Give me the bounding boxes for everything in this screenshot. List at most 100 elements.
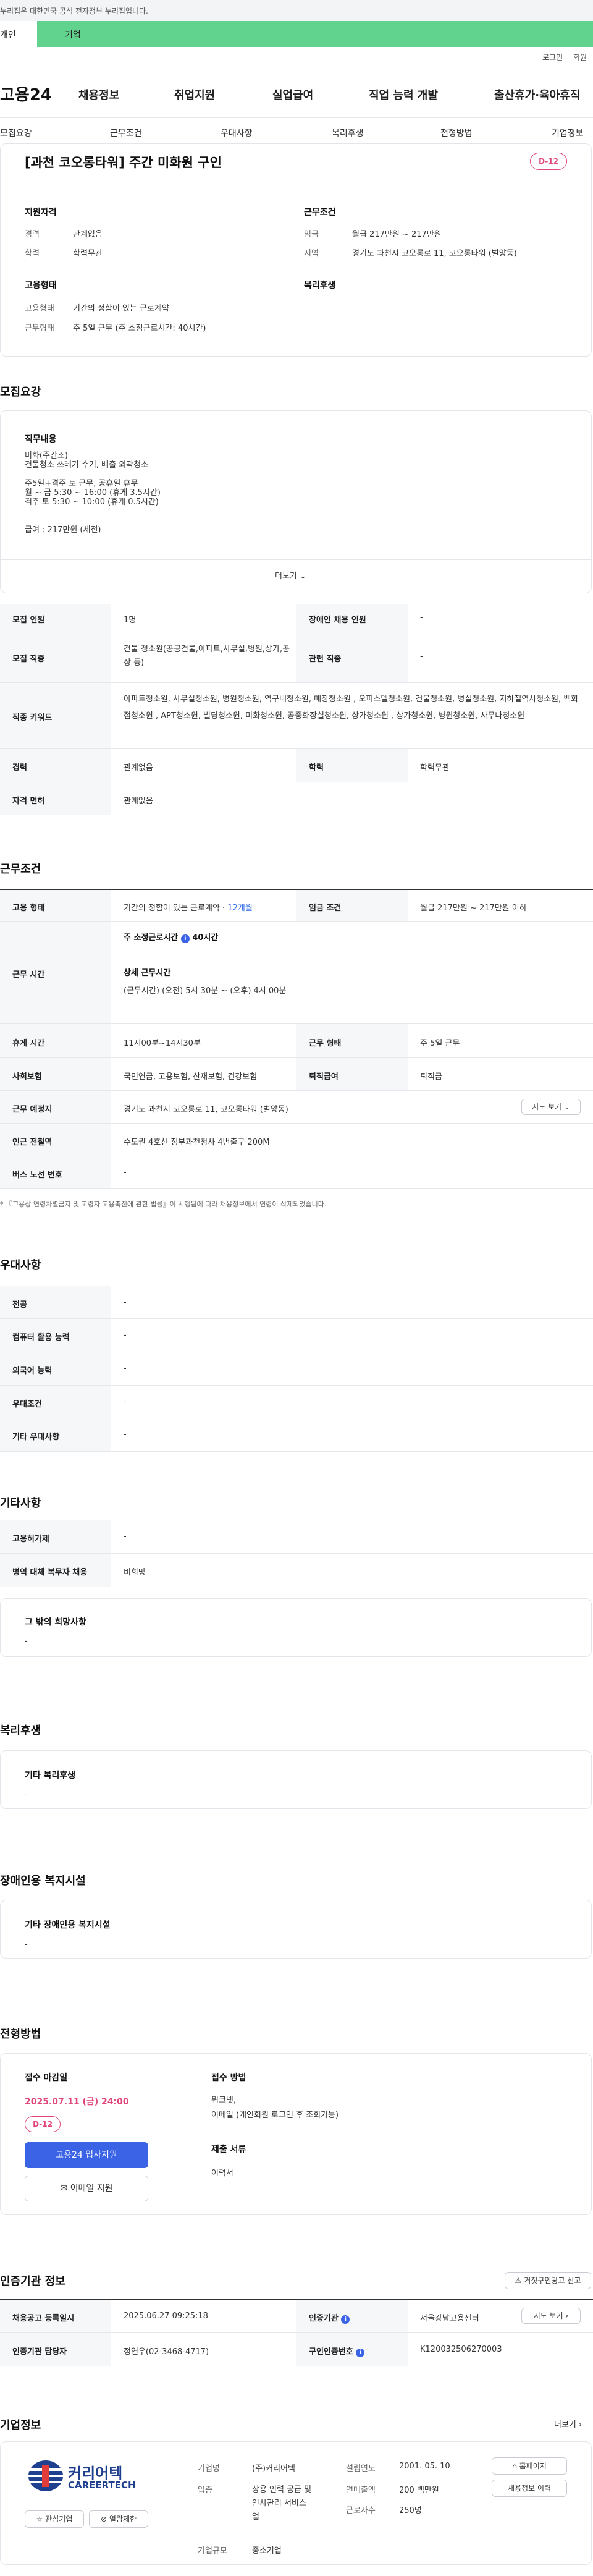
- cert-map-button[interactable]: 지도 보기 ›: [521, 2308, 581, 2324]
- tab-personal[interactable]: 개인: [0, 21, 37, 47]
- company-logo-en: CAREERTECH: [68, 2480, 136, 2491]
- place-td: 경기도 과천시 코오롱로 11, 코오롱타워 (별양동): [124, 1105, 288, 1114]
- process-dday-badge: D-12: [25, 2116, 61, 2132]
- major-td: -: [124, 1298, 127, 1307]
- email-apply-button[interactable]: ✉ 이메일 지원: [25, 2176, 148, 2201]
- cert-org-th: 인증기관 i: [309, 2311, 350, 2324]
- mail-icon: ✉: [60, 2184, 68, 2193]
- job-history-button[interactable]: 채용정보 이력: [492, 2480, 567, 2497]
- gnb-item-training[interactable]: 직업 능력 개발: [369, 87, 438, 103]
- company-more-link[interactable]: 더보기 ›: [554, 2418, 582, 2430]
- wage-th: 임금 조건: [309, 904, 342, 913]
- disabled-heading: 장애인용 복지시설: [0, 1875, 86, 1888]
- disabled-count-td: -: [420, 613, 423, 622]
- insurance-th: 사회보험: [12, 1072, 42, 1082]
- cert-heading: 인증기관 정보: [0, 2275, 65, 2288]
- chevron-down-icon: ⌄: [563, 1103, 570, 1111]
- worktype-td: 주 5일 근무: [420, 1039, 460, 1048]
- report-button[interactable]: ⚠ 거짓구인광고 신고: [505, 2272, 591, 2289]
- headcount-td: 1명: [124, 616, 137, 625]
- info-icon[interactable]: i: [341, 2315, 350, 2324]
- tab-company[interactable]: 기업: [37, 21, 593, 47]
- tab-recruit[interactable]: 모집요강: [0, 127, 32, 139]
- company-sales-value: 200 백만원: [399, 2486, 439, 2495]
- tab-pref[interactable]: 우대사항: [221, 127, 253, 139]
- method-label: 접수 방법: [211, 2073, 246, 2083]
- cond-heading: 근무조건: [304, 208, 336, 218]
- workcond-heading: 근무조건: [0, 863, 41, 876]
- login-link[interactable]: 로그인: [542, 52, 563, 62]
- rest-th: 휴게 시간: [12, 1039, 45, 1048]
- welfare-value: -: [25, 1790, 28, 1800]
- info-icon[interactable]: i: [180, 934, 190, 943]
- insurance-td: 국민연금, 고용보험, 산재보험, 건강보험: [124, 1072, 258, 1082]
- welfare-card: [0, 1750, 592, 1809]
- company-sales-label: 연매출액: [346, 2486, 376, 2495]
- apply-button[interactable]: 고용24 입사지원: [25, 2142, 148, 2168]
- company-found-value: 2001. 05. 10: [399, 2462, 450, 2471]
- dday-badge: D-12: [530, 153, 567, 170]
- hours-th: 근무 시간: [12, 970, 45, 980]
- company-size-label: 기업규모: [198, 2546, 227, 2556]
- cert-number-th: 구인인증번호 i: [309, 2345, 365, 2357]
- occupation-th: 모집 직종: [12, 655, 45, 664]
- gov-notice-bar: 누리집은 대한민국 공식 전자정부 누리집입니다.: [0, 0, 593, 22]
- tab-company-info[interactable]: 기업정보: [552, 127, 584, 139]
- block-icon: ⊘: [100, 2515, 107, 2523]
- company-name-label: 기업명: [198, 2464, 220, 2473]
- bus-th: 버스 노선 번호: [12, 1171, 62, 1180]
- home-icon: ⌂: [512, 2462, 517, 2470]
- worktype-label: 근무형태: [25, 324, 54, 333]
- chevron-right-icon: ›: [565, 2311, 569, 2320]
- emp-heading: 고용형태: [25, 281, 57, 290]
- map-button[interactable]: 지도 보기 ⌄: [521, 1099, 581, 1115]
- block-company-button[interactable]: ⊘ 열람제한: [89, 2510, 148, 2528]
- etc-wish-title: 그 밖의 희망사항: [25, 1617, 86, 1627]
- permit-th: 고용허가제: [12, 1535, 49, 1544]
- gnb-item-support[interactable]: 취업지원: [174, 87, 215, 103]
- process-heading: 전형방법: [0, 2028, 41, 2041]
- welfare-heading: 복리후생: [304, 281, 336, 290]
- pref-etc-th: 기타 우대사항: [12, 1433, 60, 1442]
- headcount-th: 모집 인원: [12, 616, 45, 625]
- language-td: -: [124, 1364, 127, 1373]
- tab-welfare[interactable]: 복리후생: [332, 127, 364, 139]
- tab-workcond[interactable]: 근무조건: [110, 127, 142, 139]
- company-emp-value: 250명: [399, 2506, 422, 2515]
- deadline-label: 접수 마감일: [25, 2073, 68, 2083]
- company-logo-icon: [28, 2460, 63, 2491]
- major-th: 전공: [12, 1300, 27, 1310]
- hours-detail-value: (근무시간) (오전) 5시 30분 ~ (오후) 4시 00분: [124, 986, 287, 996]
- chevron-right-icon: ›: [579, 2420, 582, 2430]
- license-th: 자격 면허: [12, 797, 45, 806]
- gnb-item-unemployment[interactable]: 실업급여: [272, 87, 313, 103]
- fav-company-button[interactable]: ☆ 관심기업: [25, 2510, 84, 2528]
- duty-more-button[interactable]: 더보기 ⌄: [275, 569, 306, 581]
- worktype-th: 근무 형태: [309, 1039, 342, 1048]
- company-name-value: (주)커리어텍: [252, 2464, 295, 2473]
- gnb-item-leave[interactable]: 출산휴가·육아휴직: [494, 87, 580, 103]
- welfare-section-heading: 복리후생: [0, 1724, 41, 1737]
- deadline-value: 2025.07.11 (금) 24:00: [25, 2097, 129, 2107]
- info-icon[interactable]: i: [356, 2349, 365, 2357]
- career-label: 경력: [25, 230, 40, 239]
- pref-cond-th: 우대조건: [12, 1400, 42, 1409]
- tab-process[interactable]: 전형방법: [440, 127, 473, 139]
- gnb-item-jobs[interactable]: 채용정보: [78, 87, 119, 103]
- edu-td: 학력무관: [420, 763, 450, 773]
- company-logo: 커리어텍 CAREERTECH: [27, 2459, 136, 2494]
- recruit-heading: 모집요강: [0, 386, 41, 399]
- cert-number-td: K120032506270003: [420, 2345, 502, 2354]
- license-td: 관계없음: [124, 797, 153, 806]
- region-label: 지역: [304, 249, 319, 258]
- site-logo[interactable]: 고용24: [0, 82, 52, 105]
- homepage-button[interactable]: ⌂ 홈페이지: [492, 2457, 567, 2475]
- retire-td: 퇴직금: [420, 1072, 442, 1082]
- header-divider: [0, 117, 593, 118]
- company-found-label: 설립연도: [346, 2464, 376, 2473]
- place-th: 근무 예정지: [12, 1105, 53, 1114]
- disabled-value: -: [25, 1940, 28, 1949]
- warning-icon: ⚠: [515, 2276, 522, 2285]
- signup-link[interactable]: 회원: [573, 52, 587, 62]
- weekly-hours: 주 소정근로시간 i 40시간: [124, 933, 219, 943]
